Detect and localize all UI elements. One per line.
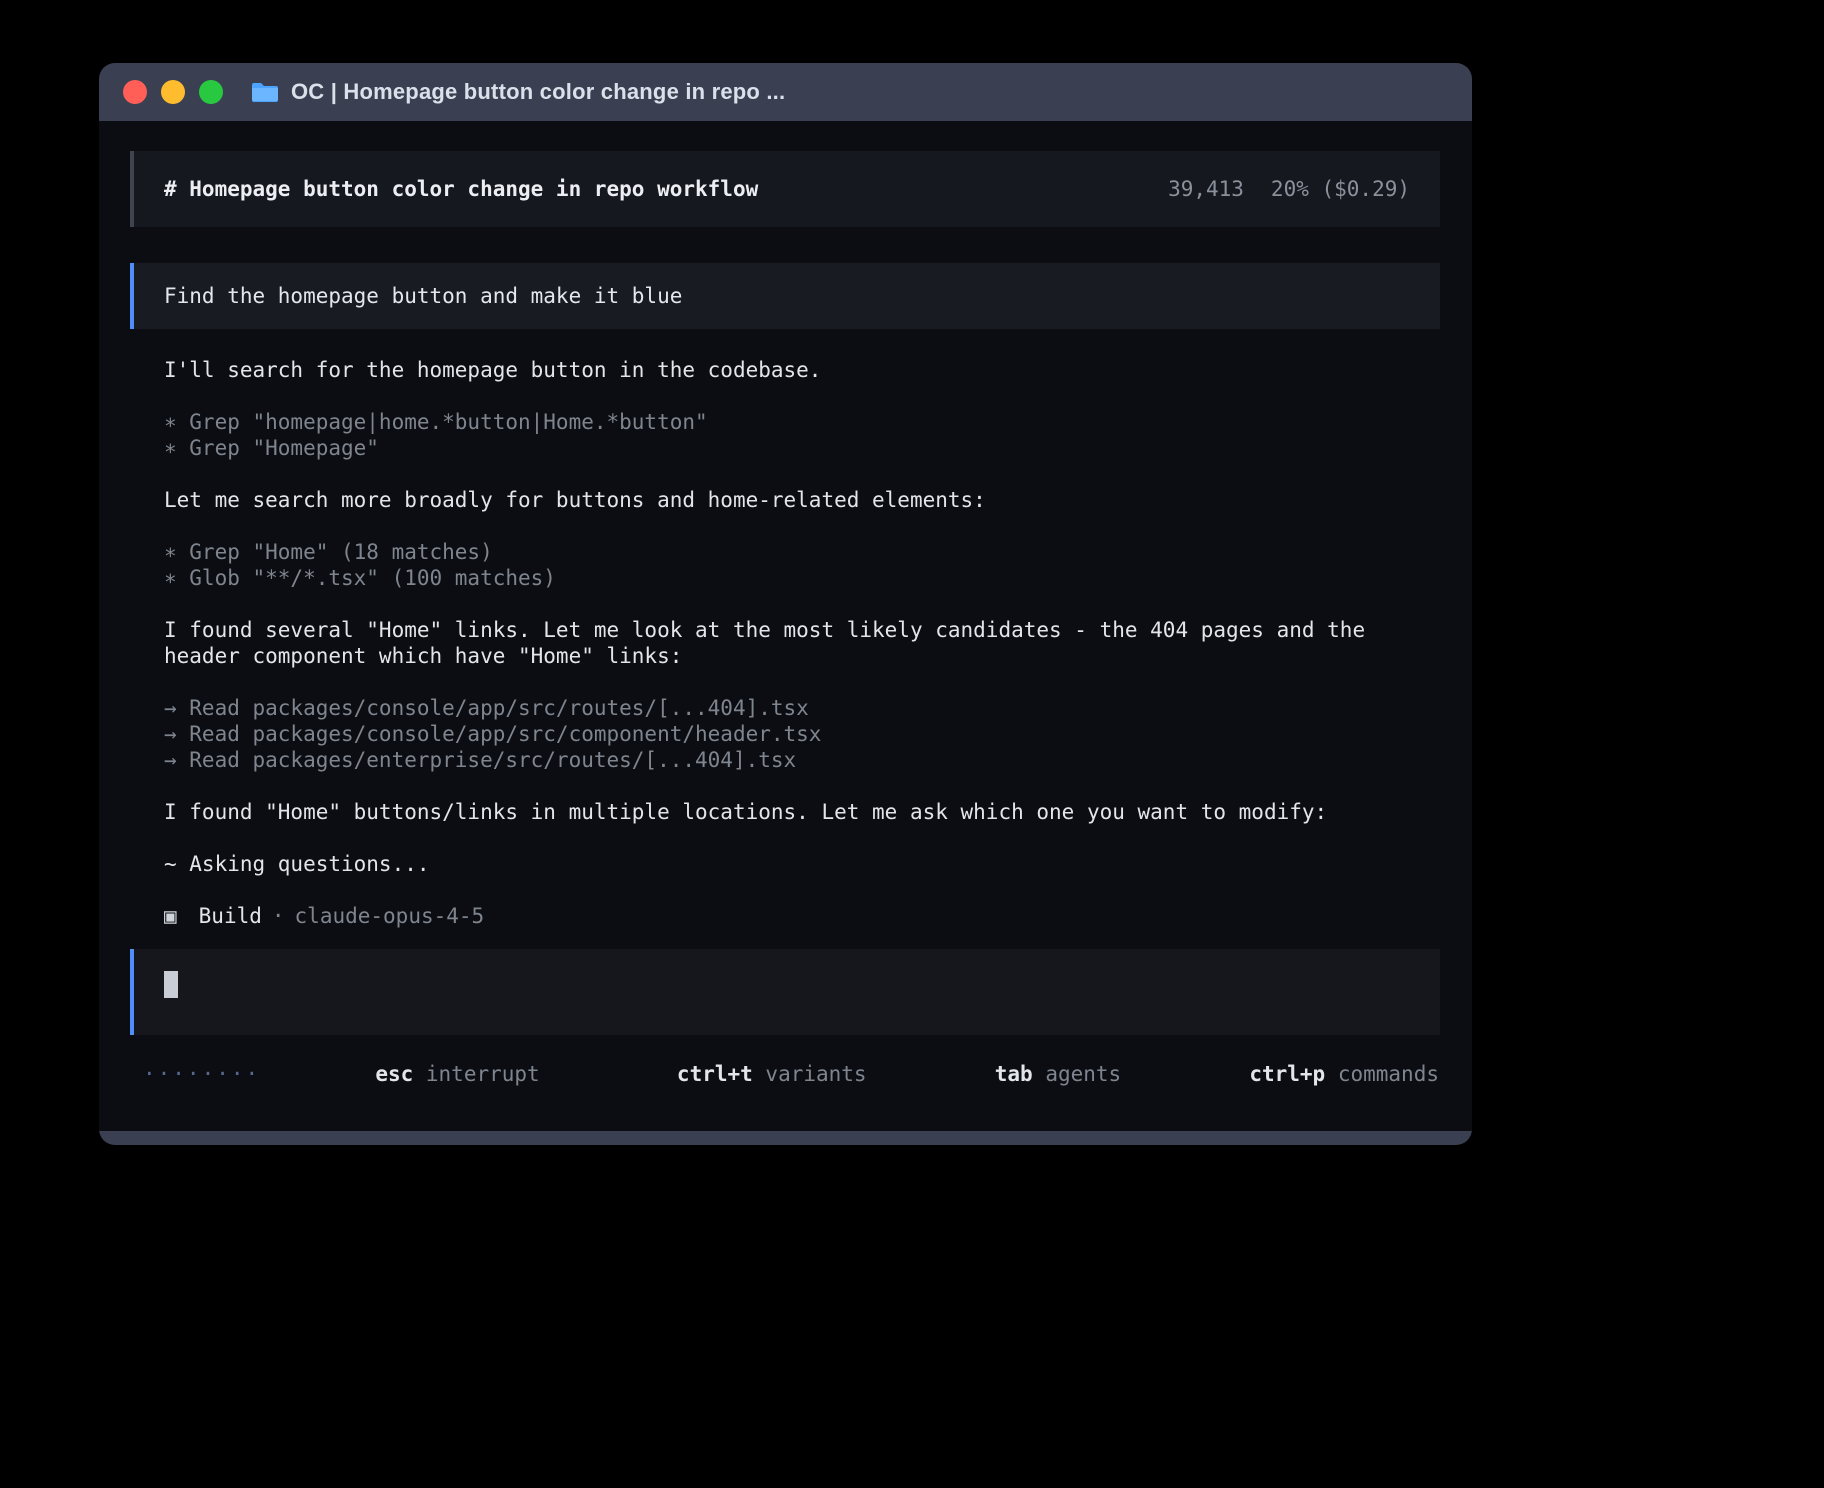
user-message: Find the homepage button and make it blu…	[130, 263, 1440, 329]
esc-key-label: esc	[375, 1062, 413, 1086]
hint-variants: ctrl+t variants	[576, 1035, 867, 1113]
conversation-scroll[interactable]: # Homepage button color change in repo w…	[99, 121, 1472, 1035]
tool-call-glob: ∗ Glob "**/*.tsx" (100 matches)	[164, 565, 1424, 591]
token-count: 39,413	[1168, 176, 1244, 202]
tool-call-read: → Read packages/console/app/src/componen…	[164, 721, 1424, 747]
assistant-text: Let me search more broadly for buttons a…	[164, 487, 1424, 513]
window-title: OC | Homepage button color change in rep…	[291, 79, 785, 105]
zoom-button[interactable]	[199, 80, 223, 104]
assistant-response: I'll search for the homepage button in t…	[164, 329, 1424, 929]
terminal-content: # Homepage button color change in repo w…	[99, 121, 1472, 1131]
tool-call-grep: ∗ Grep "homepage|home.*button|Home.*butt…	[164, 409, 1424, 435]
titlebar: OC | Homepage button color change in rep…	[99, 63, 1472, 121]
assistant-text: I found several "Home" links. Let me loo…	[164, 617, 1424, 669]
ctrl-p-key-label: ctrl+p	[1249, 1062, 1325, 1086]
folder-icon	[251, 81, 279, 103]
commands-label: commands	[1325, 1062, 1439, 1086]
agent-status-line: ▣ Build · claude-opus-4-5	[164, 903, 1424, 929]
minimize-button[interactable]	[161, 80, 185, 104]
agent-model: claude-opus-4-5	[295, 903, 485, 929]
tool-call-grep: ∗ Grep "Homepage"	[164, 435, 1424, 461]
status-asking-questions: ~ Asking questions...	[164, 851, 1424, 877]
assistant-text: I'll search for the homepage button in t…	[164, 357, 1424, 383]
agents-label: agents	[1033, 1062, 1122, 1086]
terminal-window: OC | Homepage button color change in rep…	[99, 63, 1472, 1145]
close-button[interactable]	[123, 80, 147, 104]
variants-label: variants	[753, 1062, 867, 1086]
hint-interrupt: esc interrupt	[274, 1035, 540, 1113]
input-model-line: Build Claude Opus 4.5 OpenCode Zen	[164, 1028, 1410, 1035]
session-stats: 39,413 20% ($0.29)	[1168, 176, 1410, 202]
agent-name: Build	[199, 903, 262, 929]
interrupt-label: interrupt	[413, 1062, 539, 1086]
session-title: # Homepage button color change in repo w…	[164, 176, 758, 202]
context-usage: 20% ($0.29)	[1271, 176, 1410, 202]
activity-spinner-dots: ········	[143, 1061, 260, 1087]
tool-call-grep: ∗ Grep "Home" (18 matches)	[164, 539, 1424, 565]
tool-call-read: → Read packages/enterprise/src/routes/[.…	[164, 747, 1424, 773]
agent-separator-dot: ·	[272, 903, 285, 929]
hint-commands: ctrl+p commands	[1148, 1035, 1439, 1113]
text-cursor[interactable]	[164, 971, 178, 998]
ctrl-t-key-label: ctrl+t	[677, 1062, 753, 1086]
tab-key-label: tab	[995, 1062, 1033, 1086]
user-message-text: Find the homepage button and make it blu…	[164, 284, 682, 308]
status-bar: ········ esc interrupt ctrl+t variants t…	[99, 1035, 1472, 1131]
agent-build-icon: ▣	[164, 903, 177, 929]
hint-agents: tab agents	[894, 1035, 1122, 1113]
prompt-input[interactable]: Build Claude Opus 4.5 OpenCode Zen	[130, 949, 1440, 1035]
session-header: # Homepage button color change in repo w…	[130, 151, 1440, 227]
tool-call-read: → Read packages/console/app/src/routes/[…	[164, 695, 1424, 721]
assistant-text: I found "Home" buttons/links in multiple…	[164, 799, 1424, 825]
